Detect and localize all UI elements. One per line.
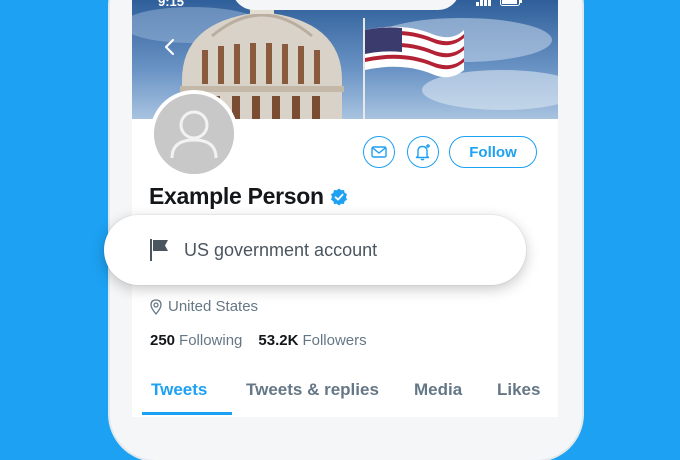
verified-badge-icon (330, 188, 347, 205)
government-label-text: US government account (184, 239, 378, 260)
tab-tweets-and-replies[interactable]: Tweets & replies (246, 380, 379, 400)
default-avatar-icon (154, 94, 234, 174)
follow-button[interactable]: Follow (449, 136, 537, 168)
location-pin-icon (150, 298, 162, 315)
profile-location: United States (150, 298, 258, 315)
avatar[interactable] (150, 90, 238, 178)
following-label: Following (179, 332, 243, 349)
following-link[interactable]: 250 Following (150, 332, 242, 349)
tab-likes[interactable]: Likes (497, 380, 540, 400)
government-label-callout: US government account (104, 215, 526, 285)
back-chevron-icon (164, 38, 175, 56)
phone-notch (232, 0, 460, 10)
follow-counts: 250 Following 53.2K Followers (150, 332, 367, 349)
tab-tweets[interactable]: Tweets (151, 380, 207, 400)
status-icons (476, 0, 522, 6)
mail-icon (371, 146, 387, 158)
display-name: Example Person (149, 183, 348, 210)
flag-icon (150, 239, 168, 261)
following-count: 250 (150, 332, 176, 349)
battery-icon (500, 0, 522, 6)
profile-tabs: Tweets Tweets & replies Media Likes (132, 370, 558, 417)
followers-label: Followers (302, 332, 367, 349)
signal-icon (476, 0, 491, 6)
location-text: United States (168, 298, 259, 315)
bell-plus-icon (415, 144, 430, 161)
notifications-button[interactable] (407, 136, 439, 168)
phone-screen: 9:15 Follow Example Person United States… (132, 0, 558, 417)
followers-link[interactable]: 53.2K Followers (258, 332, 366, 349)
message-button[interactable] (363, 136, 395, 168)
status-time: 9:15 (158, 0, 185, 9)
tab-media[interactable]: Media (414, 380, 462, 400)
display-name-text: Example Person (149, 183, 324, 209)
back-button[interactable] (154, 32, 184, 62)
active-tab-indicator (142, 412, 232, 415)
followers-count: 53.2K (258, 332, 299, 349)
